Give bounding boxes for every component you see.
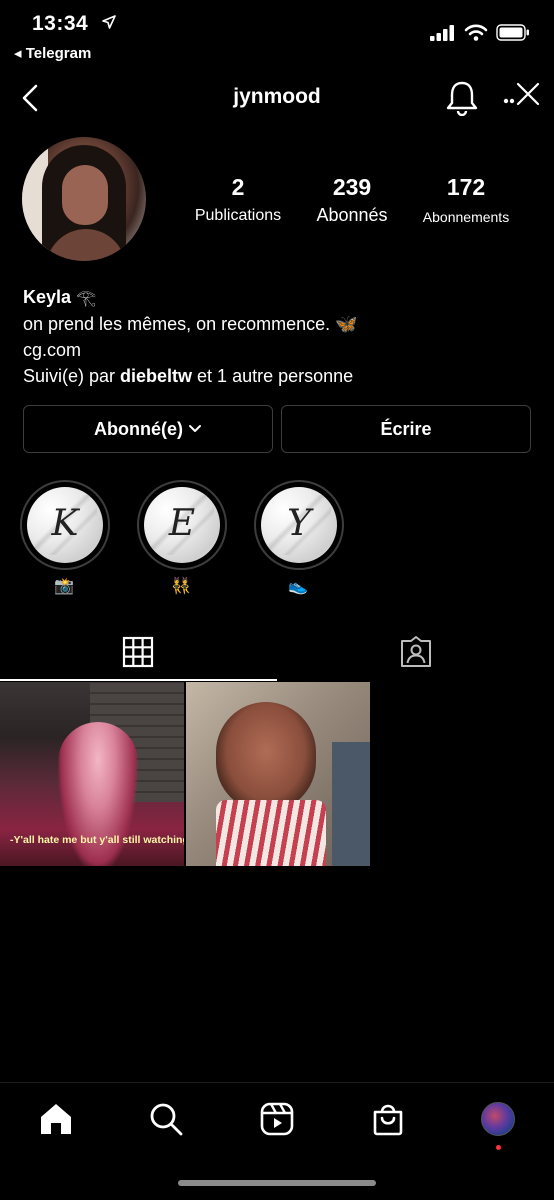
tab-tagged[interactable] (396, 632, 436, 672)
search-icon (150, 1103, 183, 1136)
bio-name-row: Keyla 𓂀 (23, 284, 358, 311)
post-2-striped-top (216, 800, 326, 866)
message-button[interactable]: Écrire (281, 405, 531, 453)
profile-tabs (0, 628, 554, 682)
bio-display-name: Keyla (23, 287, 72, 307)
stat-followers[interactable]: 239 Abonnés (306, 174, 398, 226)
stat-posts[interactable]: 2 Publications (188, 174, 288, 225)
signal-icon (430, 24, 454, 41)
more-dots-icon (503, 82, 540, 106)
status-time: 13:34 (32, 12, 89, 35)
following-button-label: Abonné(e) (94, 418, 183, 439)
bio-link[interactable]: cg.com (23, 337, 358, 363)
profile-avatar[interactable] (22, 137, 146, 261)
highlight-k-letter: K (51, 503, 79, 544)
highlight-e-emoji: 👯 (171, 578, 191, 595)
back-to-app-link[interactable]: ◂ Telegram (14, 44, 91, 62)
nav-profile-button[interactable] (478, 1099, 518, 1139)
chevron-down-icon (189, 425, 201, 432)
system-icons (430, 24, 530, 41)
notification-dot (496, 1145, 501, 1150)
message-button-label: Écrire (380, 418, 432, 439)
notifications-button[interactable] (444, 78, 480, 117)
highlight-e[interactable]: E (137, 480, 227, 570)
stat-following[interactable]: 172 Abonnements (412, 174, 520, 225)
post-thumbnail-1[interactable]: -Y'all hate me but y'all still watching (0, 682, 184, 866)
post-2-face (216, 702, 316, 812)
eye-of-horus-emoji: 𓂀 (76, 288, 97, 307)
shopping-bag-icon (373, 1104, 403, 1136)
followed-by-suffix: et 1 autre personne (192, 366, 354, 386)
profile-avatar-small (481, 1102, 515, 1136)
profile-header: jynmood (0, 72, 554, 124)
tab-grid[interactable] (118, 632, 158, 672)
post-1-caption: -Y'all hate me but y'all still watching (10, 834, 184, 846)
stat-following-label: Abonnements (422, 209, 510, 225)
active-tab-indicator (0, 679, 277, 681)
followed-by-prefix: Suivi(e) par (23, 366, 121, 386)
avatar-face (62, 165, 108, 225)
nav-search-button[interactable] (146, 1099, 186, 1139)
bell-icon (446, 81, 478, 117)
tagged-person-icon (401, 636, 431, 667)
stat-posts-label: Publications (194, 207, 282, 224)
home-icon (41, 1104, 71, 1134)
highlight-y-letter: Y (287, 503, 311, 544)
highlight-y-cover: Y (261, 487, 337, 563)
reels-icon (260, 1102, 294, 1136)
bio-text: on prend les mêmes, on recommence. 🦋 (23, 314, 358, 334)
highlight-k[interactable]: K (20, 480, 110, 570)
followed-by-user: diebeltw (120, 366, 193, 386)
stat-followers-label: Abonnés (316, 205, 388, 225)
stat-posts-count: 2 (231, 174, 245, 200)
followed-by-text[interactable]: Suivi(e) par diebeltw et 1 autre personn… (23, 363, 358, 389)
nav-shop-button[interactable] (368, 1099, 408, 1139)
nav-reels-button[interactable] (257, 1099, 297, 1139)
highlight-k-cover: K (27, 487, 103, 563)
wifi-icon (464, 24, 488, 41)
status-bar: 13:34 ◂ Telegram (0, 0, 554, 68)
post-2-background (332, 742, 370, 866)
post-thumbnail-2[interactable] (186, 682, 370, 866)
stat-following-count: 172 (446, 174, 486, 200)
highlight-e-letter: E (168, 503, 196, 544)
highlight-y[interactable]: Y (254, 480, 344, 570)
highlight-k-emoji: 📸 (54, 578, 74, 595)
nav-home-button[interactable] (36, 1099, 76, 1139)
stat-followers-count: 239 (332, 174, 372, 200)
highlight-y-emoji: 👟 (288, 578, 308, 595)
following-button[interactable]: Abonné(e) (23, 405, 273, 453)
home-indicator (178, 1180, 376, 1186)
profile-bio: Keyla 𓂀 on prend les mêmes, on recommenc… (23, 284, 358, 389)
grid-icon (122, 636, 154, 668)
more-options-button[interactable] (500, 76, 544, 116)
battery-icon (496, 24, 529, 41)
highlight-e-cover: E (144, 487, 220, 563)
location-arrow-icon (102, 15, 116, 29)
